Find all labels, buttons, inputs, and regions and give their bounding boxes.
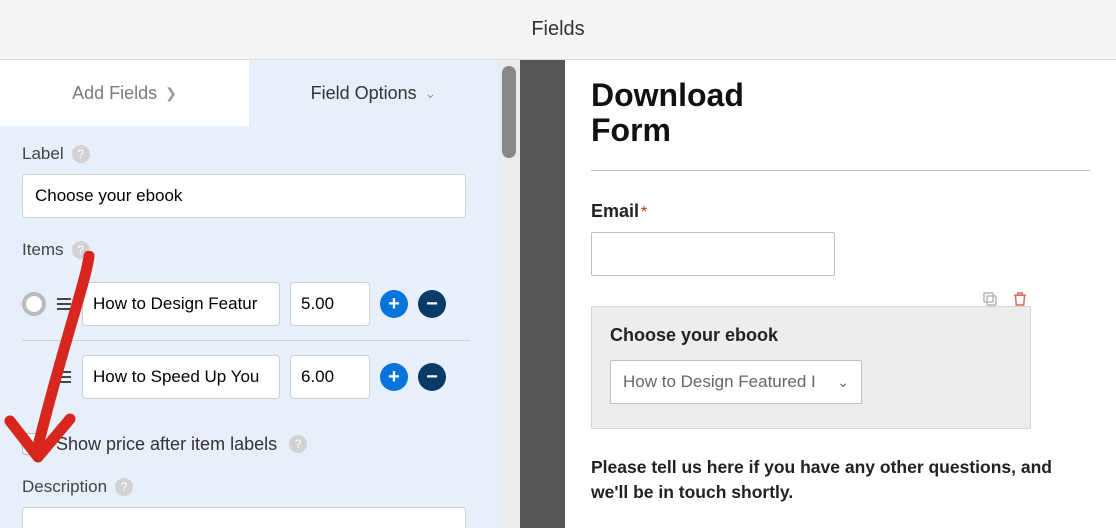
chevron-right-icon: ❯ [165, 85, 177, 102]
item-name-input[interactable] [82, 355, 280, 399]
description-heading-text: Description [22, 477, 107, 497]
remove-item-button[interactable]: − [418, 290, 446, 318]
item-name-input[interactable] [82, 282, 280, 326]
tab-row: Add Fields ❯ Field Options ⌄ [0, 60, 498, 126]
ebook-heading: Choose your ebook [610, 325, 1012, 346]
item-row: + − [22, 270, 476, 338]
help-icon[interactable]: ? [289, 435, 307, 453]
page-title: Fields [531, 18, 584, 41]
chevron-down-icon: ⌄ [425, 85, 437, 102]
scrollbar-track[interactable] [498, 60, 520, 528]
duplicate-icon[interactable] [980, 289, 1000, 309]
tab-field-options[interactable]: Field Options ⌄ [249, 60, 498, 126]
form-preview: Download Form Email* Choose your ebook H… [565, 60, 1116, 528]
email-input[interactable] [591, 232, 835, 276]
ebook-dropdown[interactable]: How to Design Featured I ⌄ [610, 360, 862, 404]
label-heading: Label ? [22, 144, 476, 164]
top-bar: Fields [0, 0, 1116, 60]
drag-handle-icon[interactable] [56, 298, 72, 310]
ebook-field-card[interactable]: Choose your ebook How to Design Featured… [591, 306, 1031, 429]
tab-add-fields[interactable]: Add Fields ❯ [0, 60, 249, 126]
tab-add-label: Add Fields [72, 83, 157, 104]
left-panel: Add Fields ❯ Field Options ⌄ Label ? Ite… [0, 60, 498, 528]
email-field-block: Email* [591, 201, 1090, 276]
help-icon[interactable]: ? [72, 145, 90, 163]
show-price-row: Show price after item labels ? [22, 433, 476, 455]
required-mark: * [641, 204, 647, 221]
items-heading-text: Items [22, 240, 64, 260]
help-icon[interactable]: ? [72, 241, 90, 259]
items-heading: Items ? [22, 240, 476, 260]
dropdown-value: How to Design Featured I [623, 372, 816, 392]
card-toolbar [980, 289, 1030, 309]
scrollbar-thumb[interactable] [502, 66, 516, 158]
label-heading-text: Label [22, 144, 64, 164]
drag-handle-icon[interactable] [56, 371, 72, 383]
description-heading: Description ? [22, 477, 476, 497]
form-title: Download Form [591, 78, 811, 148]
show-price-checkbox[interactable] [22, 433, 44, 455]
main-area: Add Fields ❯ Field Options ⌄ Label ? Ite… [0, 60, 1116, 528]
show-price-label: Show price after item labels [56, 434, 277, 455]
item-divider [22, 340, 470, 341]
item-price-input[interactable] [290, 282, 370, 326]
label-input[interactable] [22, 174, 466, 218]
tab-options-label: Field Options [311, 83, 417, 104]
item-price-input[interactable] [290, 355, 370, 399]
trash-icon[interactable] [1010, 289, 1030, 309]
field-options-body: Label ? Items ? + − [0, 126, 498, 528]
radio-default-icon[interactable] [22, 292, 46, 316]
item-row: + − [22, 343, 476, 411]
email-label: Email [591, 201, 639, 221]
closing-text: Please tell us here if you have any othe… [591, 455, 1090, 504]
add-item-button[interactable]: + [380, 363, 408, 391]
panel-divider [520, 60, 565, 528]
remove-item-button[interactable]: − [418, 363, 446, 391]
help-icon[interactable]: ? [115, 478, 133, 496]
description-input[interactable] [22, 507, 466, 528]
chevron-down-icon: ⌄ [837, 374, 849, 391]
title-rule [591, 170, 1090, 171]
add-item-button[interactable]: + [380, 290, 408, 318]
